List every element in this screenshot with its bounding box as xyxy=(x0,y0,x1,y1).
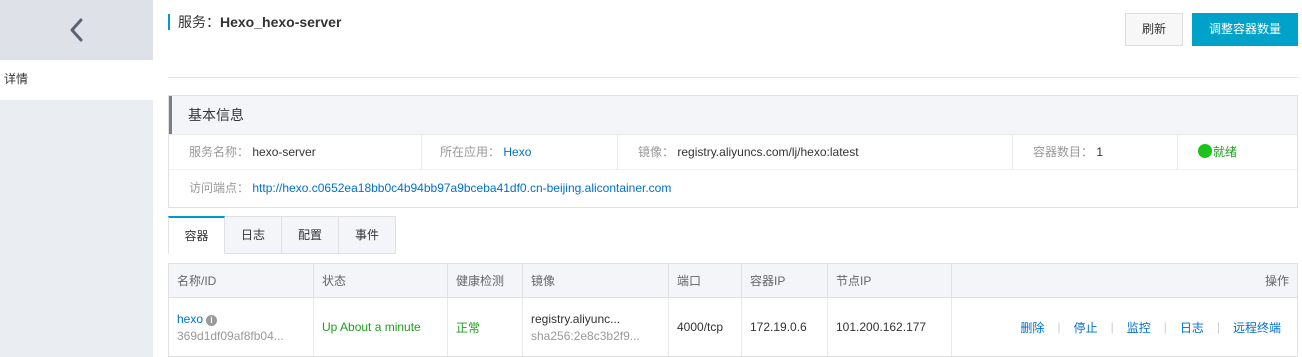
container-ip: 172.19.0.6 xyxy=(750,320,807,334)
sidebar-item-details[interactable]: 详情 xyxy=(0,60,153,100)
page-title-prefix: 服务： xyxy=(178,14,220,30)
status-ready-icon xyxy=(1198,144,1212,158)
action-separator: | xyxy=(1216,320,1220,334)
tab-config[interactable]: 配置 xyxy=(282,216,339,254)
status-cell: 就绪 xyxy=(1177,135,1297,170)
app-label: 所在应用： xyxy=(440,145,501,159)
service-name-cell: 服务名称： hexo-server xyxy=(189,135,421,170)
tab-logs[interactable]: 日志 xyxy=(225,216,282,254)
col-container-ip: 容器IP xyxy=(741,264,827,297)
container-id: 369d1df09af8fb04... xyxy=(177,328,284,343)
basic-info-title: 基本信息 xyxy=(169,96,1297,134)
action-separator: | xyxy=(1163,320,1167,334)
container-count-cell: 容器数目： 1 xyxy=(1012,135,1177,170)
sidebar: 详情 xyxy=(0,0,153,357)
cell-node-ip: 101.200.162.177 xyxy=(827,298,951,356)
container-name-link[interactable]: hexo xyxy=(177,312,203,326)
col-port: 端口 xyxy=(668,264,741,297)
cell-status: Up About a minute xyxy=(313,298,447,356)
logs-button[interactable]: 日志 xyxy=(1180,319,1204,336)
endpoint-row: 访问端点： http://hexo.c0652ea18bb0c4b94bb97a… xyxy=(189,180,671,196)
delete-button[interactable]: 删除 xyxy=(1020,319,1044,336)
endpoint-link[interactable]: http://hexo.c0652ea18bb0c4b94bb97a9bceba… xyxy=(252,181,671,195)
cell-name-id: hexo i 369d1df09af8fb04... xyxy=(169,298,313,356)
header-divider xyxy=(168,77,1298,78)
action-separator: | xyxy=(1057,320,1061,334)
image-label: 镜像： xyxy=(638,145,675,159)
page-title-service-name: Hexo_hexo-server xyxy=(220,14,342,30)
row-actions: 删除 | 停止 | 监控 | 日志 | 远程终端 xyxy=(1020,298,1281,356)
container-image-sha: sha256:2e8c3b2f9... xyxy=(531,328,640,343)
refresh-button[interactable]: 刷新 xyxy=(1125,13,1183,46)
container-status: Up About a minute xyxy=(322,320,421,334)
page-title: 服务：Hexo_hexo-server xyxy=(168,14,341,30)
app-link[interactable]: Hexo xyxy=(503,145,531,159)
cell-image: registry.aliyunc... sha256:2e8c3b2f9... xyxy=(522,298,668,356)
remote-terminal-button[interactable]: 远程终端 xyxy=(1233,319,1281,336)
container-health: 正常 xyxy=(456,320,481,335)
containers-table: 名称/ID 状态 健康检测 镜像 端口 容器IP 节点IP 操作 hexo i 3… xyxy=(168,263,1298,357)
action-separator: | xyxy=(1110,320,1114,334)
container-count-label: 容器数目： xyxy=(1033,145,1094,159)
col-name-id: 名称/ID xyxy=(177,274,217,288)
basic-info-row: 服务名称： hexo-server 所在应用： Hexo 镜像： registr… xyxy=(169,134,1297,170)
col-status: 状态 xyxy=(313,264,447,297)
service-name-label: 服务名称： xyxy=(189,145,250,159)
tab-events[interactable]: 事件 xyxy=(339,216,396,254)
back-button[interactable] xyxy=(0,0,153,60)
cell-container-ip: 172.19.0.6 xyxy=(741,298,827,356)
chevron-left-icon xyxy=(70,18,82,42)
col-image: 镜像 xyxy=(522,264,668,297)
container-image: registry.aliyunc... xyxy=(531,311,621,326)
image-value: registry.aliyuncs.com/lj/hexo:latest xyxy=(677,145,859,159)
monitor-button[interactable]: 监控 xyxy=(1127,319,1151,336)
cell-port: 4000/tcp xyxy=(668,298,741,356)
cell-health: 正常 xyxy=(447,298,522,356)
col-health: 健康检测 xyxy=(447,264,522,297)
app-cell: 所在应用： Hexo xyxy=(421,135,617,170)
col-node-ip: 节点IP xyxy=(827,264,951,297)
basic-info-panel: 基本信息 服务名称： hexo-server 所在应用： Hexo 镜像： re… xyxy=(168,95,1298,208)
stop-button[interactable]: 停止 xyxy=(1074,319,1098,336)
container-count-value: 1 xyxy=(1096,145,1104,159)
col-actions: 操作 xyxy=(951,264,1297,297)
scale-containers-button[interactable]: 调整容器数量 xyxy=(1192,13,1298,46)
table-row: hexo i 369d1df09af8fb04... Up About a min… xyxy=(168,298,1298,357)
info-icon[interactable]: i xyxy=(206,314,218,326)
node-ip: 101.200.162.177 xyxy=(836,320,927,334)
container-port: 4000/tcp xyxy=(677,320,724,334)
tab-containers[interactable]: 容器 xyxy=(168,216,225,254)
service-name-value: hexo-server xyxy=(252,145,316,159)
image-cell: 镜像： registry.aliyuncs.com/lj/hexo:latest xyxy=(617,135,1012,170)
table-header: 名称/ID 状态 健康检测 镜像 端口 容器IP 节点IP 操作 xyxy=(168,263,1298,298)
endpoint-label: 访问端点： xyxy=(189,181,250,195)
status-text: 就绪 xyxy=(1213,145,1238,159)
cell-actions: 删除 | 停止 | 监控 | 日志 | 远程终端 xyxy=(951,298,1297,356)
tab-bar: 容器 日志 配置 事件 xyxy=(168,216,396,254)
